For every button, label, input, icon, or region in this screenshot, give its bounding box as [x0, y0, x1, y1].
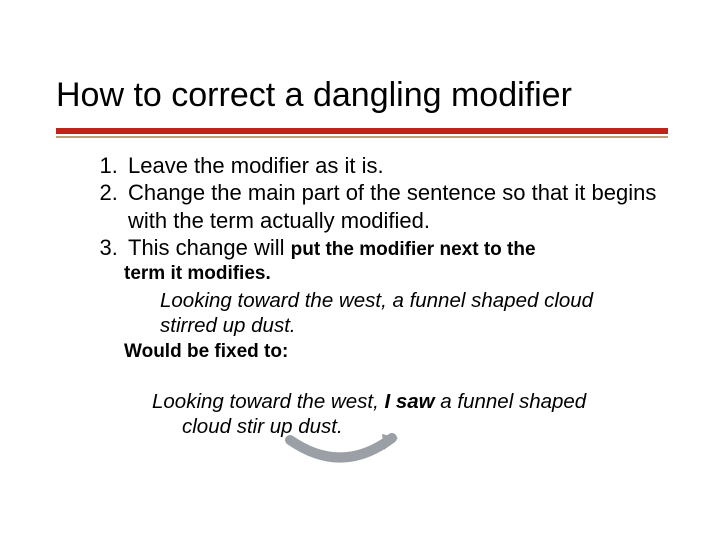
list-item-text: This change will	[128, 235, 291, 260]
slide: How to correct a dangling modifier Leave…	[0, 0, 720, 540]
list-item-bold-tail: put the modifier next to the	[291, 239, 536, 260]
list-item: This change will put the modifier next t…	[124, 234, 670, 262]
accent-bar	[56, 128, 668, 134]
accent-line	[56, 136, 668, 138]
example-original: Looking toward the west, a funnel shaped…	[160, 288, 670, 338]
example-corrected-emphasis: I saw	[384, 390, 434, 413]
example-corrected-part-a: Looking toward the west,	[152, 390, 384, 413]
list-item-text: Leave the modifier as it is.	[128, 153, 384, 178]
fixed-to-label: Would be fixed to:	[124, 340, 670, 364]
example-corrected: Looking toward the west, I saw a funnel …	[152, 389, 670, 439]
list-item: Leave the modifier as it is.	[124, 152, 670, 180]
list-item-text: Change the main part of the sentence so …	[128, 180, 656, 233]
numbered-list: Leave the modifier as it is. Change the …	[56, 152, 670, 262]
list-item: Change the main part of the sentence so …	[124, 179, 670, 234]
slide-title: How to correct a dangling modifier	[56, 78, 670, 124]
slide-body: Leave the modifier as it is. Change the …	[56, 152, 670, 440]
continuation-text: term it modifies.	[124, 262, 670, 286]
